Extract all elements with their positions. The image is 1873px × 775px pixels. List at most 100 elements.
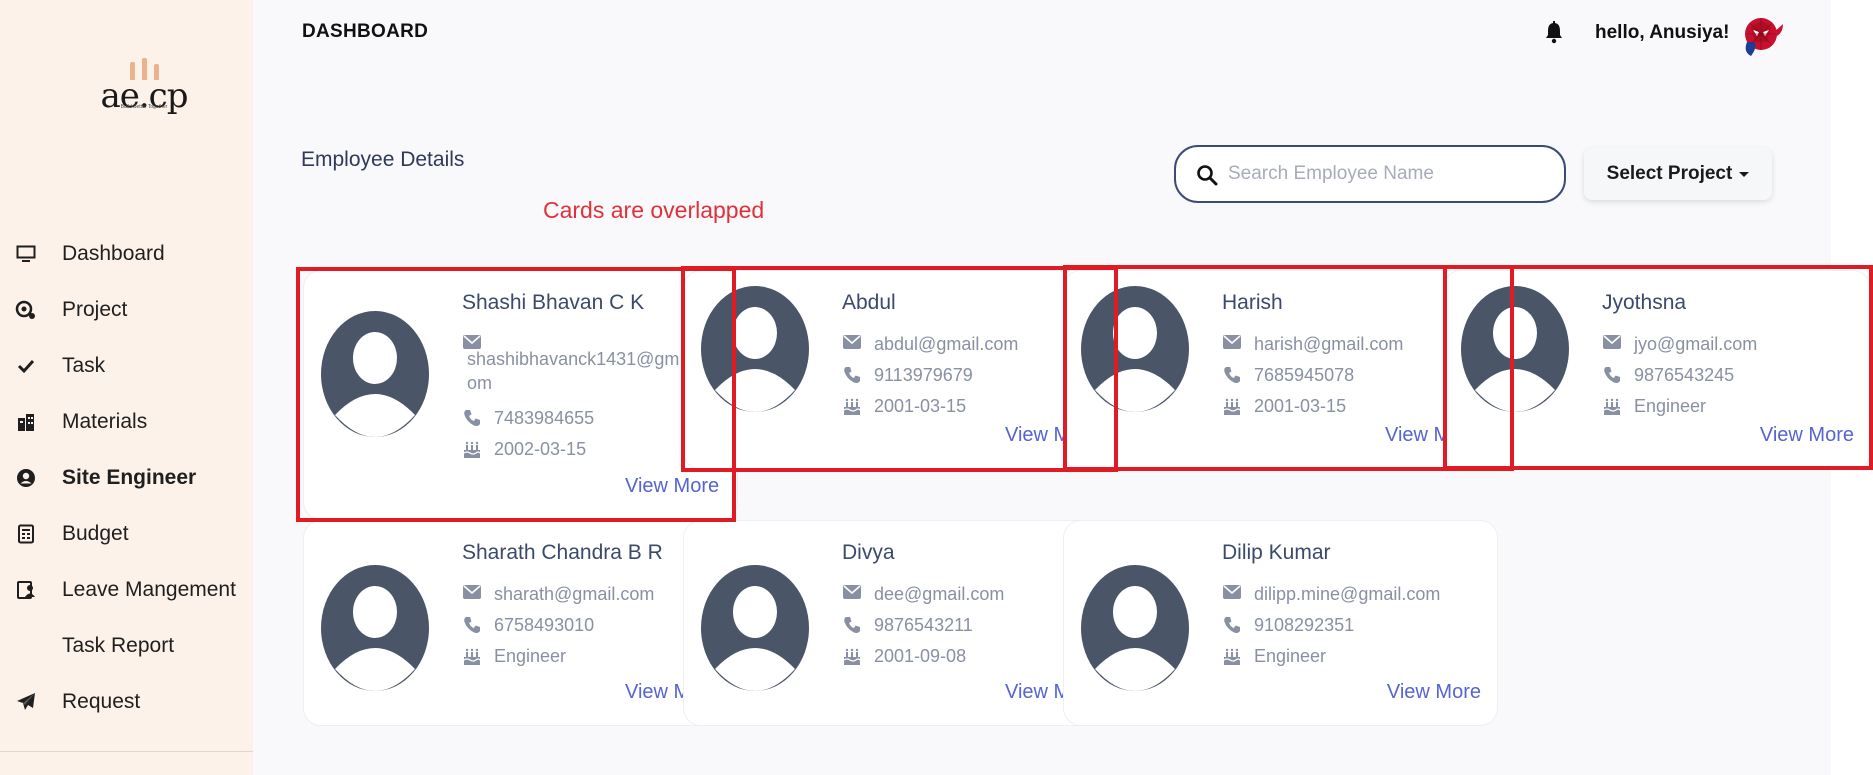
phone-row: 9108292351 xyxy=(1222,613,1354,637)
sidebar-item-budget[interactable]: Budget xyxy=(0,514,253,554)
select-project-label: Select Project xyxy=(1606,163,1733,184)
section-title: Employee Details xyxy=(301,148,465,171)
sidebar-divider xyxy=(0,751,253,752)
email-row: dee@gmail.com xyxy=(842,582,1004,606)
employee-card: Jyothsna jyo@gmail.com 9876543245 Engine… xyxy=(1443,270,1871,470)
sidebar-item-label: Project xyxy=(62,298,128,321)
detail-row: Engineer xyxy=(462,644,566,668)
check-icon xyxy=(14,354,38,378)
phone-icon xyxy=(842,365,862,385)
project-icon xyxy=(14,298,38,322)
employee-phone: 7483984655 xyxy=(494,408,595,428)
phone-row: 7483984655 xyxy=(462,406,594,430)
sidebar-item-materials[interactable]: Materials xyxy=(0,402,253,442)
email-row: harish@gmail.com xyxy=(1222,332,1403,356)
sidebar-item-task-report[interactable]: Task Report xyxy=(0,626,253,666)
birthday-cake-icon xyxy=(842,396,862,416)
employee-phone: 9876543245 xyxy=(1634,365,1735,385)
avatar-placeholder-icon xyxy=(321,311,429,437)
envelope-icon xyxy=(1222,334,1242,354)
avatar-placeholder-icon xyxy=(1081,565,1189,691)
search-input[interactable] xyxy=(1228,159,1548,189)
employee-email: harish@gmail.com xyxy=(1254,334,1404,354)
employee-detail: 2001-03-15 xyxy=(874,396,967,416)
phone-row: 9113979679 xyxy=(842,363,973,387)
birthday-cake-icon xyxy=(462,439,482,459)
view-more-link[interactable]: View M xyxy=(1005,424,1070,447)
sidebar: ae.cp Build Better Together Dashboard Pr… xyxy=(0,0,253,775)
employee-phone: 9108292351 xyxy=(1254,615,1355,635)
select-project-dropdown[interactable]: Select Project xyxy=(1584,148,1772,200)
employee-name: Dilip Kumar xyxy=(1222,541,1331,564)
sidebar-item-label: Task xyxy=(62,354,106,377)
employee-name: Harish xyxy=(1222,291,1283,314)
user-circle-icon xyxy=(14,466,38,490)
employee-name: Abdul xyxy=(842,291,896,314)
employee-name: Jyothsna xyxy=(1602,291,1687,314)
view-more-link[interactable]: View M xyxy=(625,681,690,704)
sidebar-item-project[interactable]: Project xyxy=(0,290,253,330)
employee-email: jyo@gmail.com xyxy=(1634,334,1758,354)
monitor-icon xyxy=(14,242,38,266)
employee-phone: 6758493010 xyxy=(494,615,595,635)
sidebar-item-label: Site Engineer xyxy=(62,466,197,489)
employee-detail: 2001-09-08 xyxy=(874,646,967,666)
employee-detail: Engineer xyxy=(1254,646,1327,666)
envelope-icon xyxy=(1222,584,1242,604)
view-more-link[interactable]: View More xyxy=(1760,424,1854,447)
employee-phone: 9113979679 xyxy=(874,365,973,385)
detail-row: Engineer xyxy=(1222,644,1326,668)
employee-card: Abdul abdul@gmail.com 9113979679 2001-03… xyxy=(683,270,1118,470)
phone-row: 6758493010 xyxy=(462,613,594,637)
view-more-link[interactable]: View More xyxy=(625,475,719,498)
detail-row: 2001-03-15 xyxy=(1222,394,1346,418)
user-greeting: hello, Anusiya! xyxy=(1595,22,1730,43)
detail-row: 2002-03-15 xyxy=(462,437,586,461)
view-more-link[interactable]: View M xyxy=(1005,681,1070,704)
employee-detail: 2002-03-15 xyxy=(494,439,587,459)
sidebar-item-site-engineer[interactable]: Site Engineer xyxy=(0,458,253,498)
email-row: dilipp.mine@gmail.com xyxy=(1222,582,1440,606)
sidebar-item-label: Task Report xyxy=(62,634,175,657)
logo-tagline: Build Better Together xyxy=(120,104,168,110)
employee-card: Dilip Kumar dilipp.mine@gmail.com 910829… xyxy=(1063,520,1498,726)
search-box xyxy=(1174,145,1566,203)
building-icon xyxy=(14,410,38,434)
birthday-cake-icon xyxy=(1222,396,1242,416)
email-row: abdul@gmail.com xyxy=(842,332,1018,356)
avatar-placeholder-icon xyxy=(701,565,809,691)
phone-icon xyxy=(1222,365,1242,385)
paper-plane-icon xyxy=(14,690,38,714)
employee-email-line1: shashibhavanck1431@gm xyxy=(467,349,680,369)
sidebar-item-leave-mangement[interactable]: Leave Mangement xyxy=(0,570,253,610)
sidebar-item-label: Dashboard xyxy=(62,242,165,265)
employee-card: Shashi Bhavan C K shashibhavanck1431@gm … xyxy=(303,270,738,520)
employee-card: Sharath Chandra B R sharath@gmail.com 67… xyxy=(303,520,738,726)
employee-email-line2: om xyxy=(467,373,493,393)
envelope-icon xyxy=(462,584,482,604)
email-row: jyo@gmail.com xyxy=(1602,332,1757,356)
email-row: shashibhavanck1431@gm xyxy=(467,347,692,371)
email-row: sharath@gmail.com xyxy=(462,582,654,606)
view-more-link[interactable]: View More xyxy=(1387,681,1481,704)
phone-icon xyxy=(842,615,862,635)
sidebar-item-task[interactable]: Task xyxy=(0,346,253,386)
birthday-cake-icon xyxy=(1602,396,1622,416)
sidebar-item-label: Materials xyxy=(62,410,148,433)
notification-bell-icon[interactable] xyxy=(1543,20,1567,46)
avatar-placeholder-icon xyxy=(321,565,429,691)
user-avatar[interactable] xyxy=(1737,8,1789,60)
page-title: DASHBOARD xyxy=(302,21,429,42)
phone-row: 7685945078 xyxy=(1222,363,1354,387)
employee-email: dee@gmail.com xyxy=(874,584,1005,604)
sidebar-item-request[interactable]: Request xyxy=(0,682,253,722)
employee-detail: Engineer xyxy=(1634,396,1707,416)
employee-card: Divya dee@gmail.com 9876543211 2001-09-0… xyxy=(683,520,1118,726)
app-logo: ae.cp Build Better Together xyxy=(92,58,196,116)
employee-email: dilipp.mine@gmail.com xyxy=(1254,584,1441,604)
employee-name: Sharath Chandra B R xyxy=(462,541,663,564)
view-more-link[interactable]: View M xyxy=(1385,424,1450,447)
employee-phone: 7685945078 xyxy=(1254,365,1355,385)
avatar-placeholder-icon xyxy=(1461,286,1569,412)
sidebar-item-dashboard[interactable]: Dashboard xyxy=(0,234,253,274)
